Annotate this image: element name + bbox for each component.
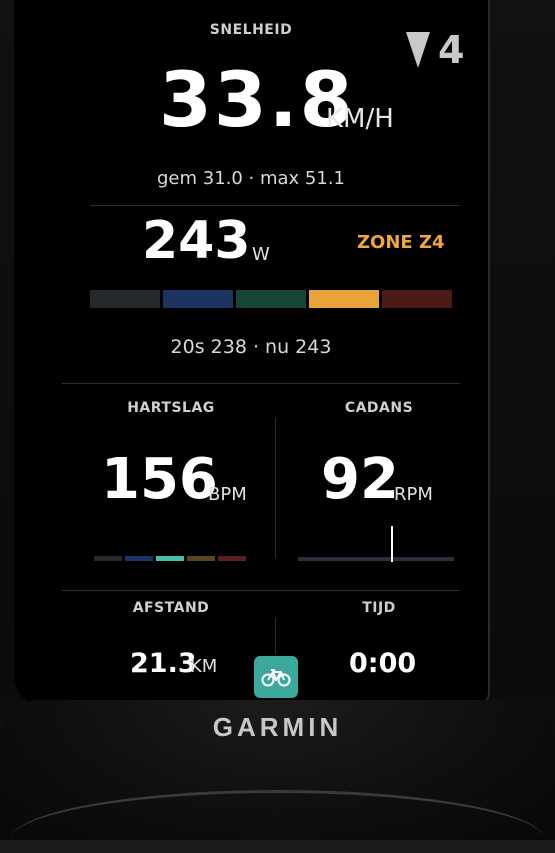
brand-logo: GARMIN (212, 712, 343, 742)
heart-rate-zone-segment-2 (125, 556, 153, 561)
climb-indicator: 4 (406, 28, 464, 72)
device-body: SNELHEID 4 33.8 KM/H gem 31.0 · max 51.1… (0, 0, 555, 840)
power-value: 243 (142, 211, 251, 271)
power-zone-segment-4 (309, 290, 379, 308)
cadence-track (298, 557, 454, 561)
divider (62, 590, 460, 591)
power-zone-bar (90, 290, 452, 308)
distance-label: AFSTAND (132, 600, 210, 616)
power-unit: W (252, 244, 270, 265)
cadence-label: CADANS (344, 400, 414, 416)
power-zone-segment-5 (382, 290, 452, 308)
heart-rate-zone-segment-5 (218, 556, 246, 561)
heart-rate-value: 156 (101, 447, 218, 512)
distance-value: 21.3 (130, 648, 197, 679)
heart-rate-zone-segment-4 (187, 556, 215, 561)
power-zone-segment-3 (236, 290, 306, 308)
divider (62, 383, 460, 384)
time-value: 0:00 (349, 648, 417, 679)
time-label: TIJD (362, 600, 396, 616)
cadence-value: 92 (321, 447, 399, 512)
bicycle-icon (261, 669, 291, 687)
climb-value: 4 (438, 28, 465, 72)
down-arrow-icon (406, 32, 430, 68)
divider (275, 418, 276, 558)
power-zone: ZONE Z4 (357, 232, 445, 253)
distance-unit: KM (190, 656, 218, 677)
heart-rate-zone-segment-3 (156, 556, 184, 561)
power-summary: 20s 238 · nu 243 (170, 336, 332, 358)
speed-unit: KM/H (326, 104, 394, 134)
speed-summary: gem 31.0 · max 51.1 (156, 168, 345, 189)
power-zone-segment-1 (90, 290, 160, 308)
divider (275, 618, 276, 654)
heart-rate-label: HARTSLAG (127, 400, 215, 416)
heart-rate-zone-bar (94, 556, 246, 561)
power-zone-segment-2 (163, 290, 233, 308)
cadence-marker (391, 526, 393, 562)
cadence-unit: RPM (394, 484, 433, 505)
bike-profile-button[interactable] (254, 656, 298, 698)
heart-rate-unit: BPM (208, 484, 247, 505)
divider (90, 205, 460, 206)
screen: SNELHEID 4 33.8 KM/H gem 31.0 · max 51.1… (14, 0, 490, 706)
heart-rate-zone-segment-1 (94, 556, 122, 561)
